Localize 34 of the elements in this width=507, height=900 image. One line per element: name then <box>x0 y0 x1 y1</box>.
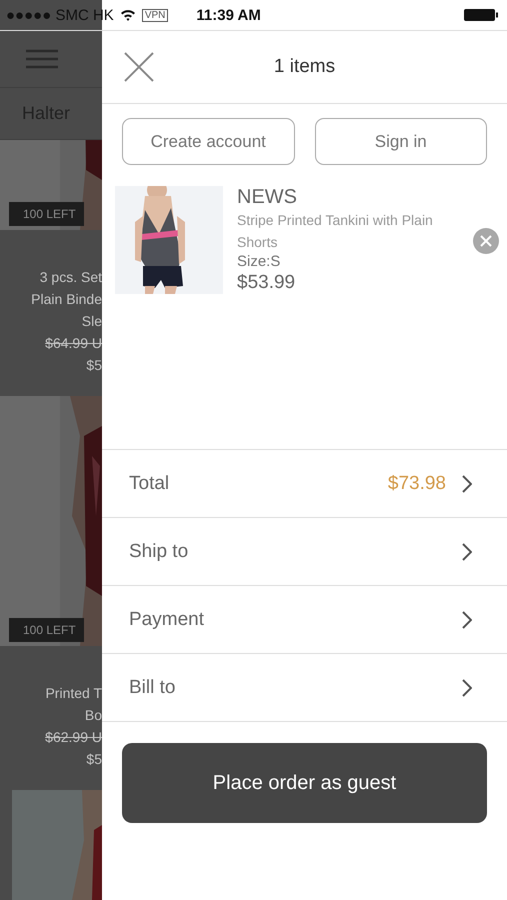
battery-icon <box>463 8 499 22</box>
remove-icon[interactable] <box>473 228 499 254</box>
product-title-line: 3 pcs. Set <box>40 268 102 287</box>
chevron-icon <box>462 474 472 492</box>
menu-icon[interactable] <box>26 49 58 70</box>
vpn-badge: VPN <box>142 8 168 22</box>
chevron-icon <box>462 542 472 560</box>
product-price: $5 <box>86 750 102 769</box>
place-order-button[interactable]: Place order as guest <box>122 743 487 823</box>
item-size: Size:S <box>237 253 282 270</box>
checkout-row[interactable]: Total $73.98 <box>102 450 507 518</box>
product-title-line: Plain Binde <box>31 290 102 309</box>
chevron-icon <box>462 610 472 628</box>
old-price: $64.99 U <box>45 334 102 353</box>
item-brand: NEWS <box>237 186 298 209</box>
account-button[interactable]: Sign in <box>314 118 487 165</box>
product-title-line: Printed T <box>45 684 102 703</box>
chevron-icon <box>462 678 472 696</box>
cart-title: 1 items <box>274 56 336 78</box>
product-title-line: Sle <box>82 312 102 331</box>
product-price: $5 <box>86 356 102 375</box>
close-icon[interactable] <box>123 51 155 83</box>
account-button[interactable]: Create account <box>122 118 294 165</box>
product-title-line: Bo <box>84 706 102 725</box>
old-price: $62.99 U <box>45 728 102 747</box>
checkout-row[interactable]: Bill to <box>102 654 507 722</box>
status-time: 11:39 AM <box>196 6 261 24</box>
checkout-row[interactable]: Ship to <box>102 518 507 586</box>
item-price: $53.99 <box>237 272 296 294</box>
stock-badge: 100 LEFT <box>9 618 84 642</box>
item-name: Stripe Printed Tankini with Plain Shorts <box>237 211 434 252</box>
wifi-icon <box>120 9 136 21</box>
stock-badge: 100 LEFT <box>9 202 84 226</box>
checkout-row[interactable]: Payment <box>102 586 507 654</box>
